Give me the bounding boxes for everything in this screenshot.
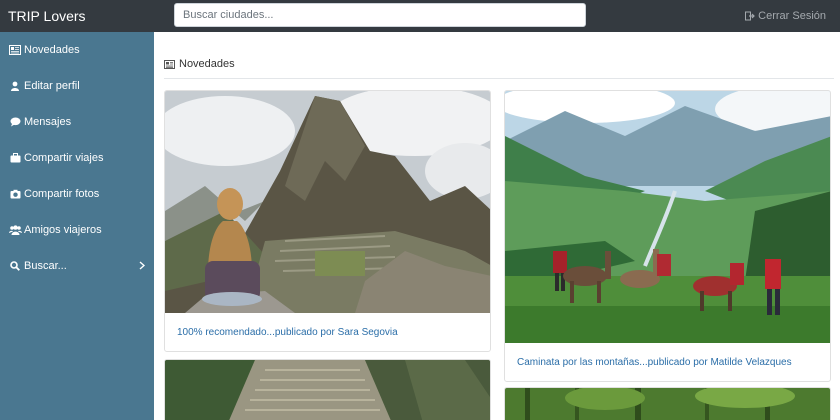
sidebar-item-label: Mensajes bbox=[24, 116, 72, 128]
sidebar-item-amigos-viajeros[interactable]: Amigos viajeros bbox=[0, 212, 154, 248]
post-photo[interactable] bbox=[505, 388, 831, 420]
city-search-input[interactable] bbox=[174, 3, 586, 27]
header-divider bbox=[164, 78, 834, 79]
search-icon bbox=[8, 261, 22, 271]
brand-logo[interactable]: TRIP Lovers bbox=[8, 6, 86, 26]
post-photo[interactable] bbox=[505, 91, 831, 343]
post-caption-link[interactable]: Caminata por las montañas...publicado po… bbox=[517, 357, 792, 368]
sidebar-item-label: Novedades bbox=[24, 44, 80, 56]
user-icon bbox=[8, 81, 22, 91]
main-content: Novedades 100% recomendado...publicado p… bbox=[154, 32, 840, 420]
newspaper-icon bbox=[8, 45, 22, 55]
sidebar-item-mensajes[interactable]: Mensajes bbox=[0, 104, 154, 140]
users-icon bbox=[8, 225, 22, 235]
sidebar-item-novedades[interactable]: Novedades bbox=[0, 32, 154, 68]
post-card[interactable]: Caminata por las montañas...publicado po… bbox=[504, 90, 831, 382]
logout-label: Cerrar Sesión bbox=[758, 10, 826, 22]
sidebar-item-label: Compartir fotos bbox=[24, 188, 100, 200]
sidebar-item-buscar[interactable]: Buscar... bbox=[0, 248, 154, 284]
post-photo[interactable] bbox=[165, 360, 491, 420]
camera-icon bbox=[8, 189, 22, 199]
sidebar-item-label: Buscar... bbox=[24, 260, 67, 272]
post-card[interactable] bbox=[164, 359, 491, 420]
post-caption-link[interactable]: 100% recomendado...publicado por Sara Se… bbox=[177, 327, 398, 338]
sidebar-item-label: Amigos viajeros bbox=[24, 224, 102, 236]
post-photo[interactable] bbox=[165, 91, 491, 313]
sidebar-item-label: Compartir viajes bbox=[24, 152, 104, 164]
section-title: Novedades bbox=[179, 58, 235, 70]
sidebar-item-compartir-viajes[interactable]: Compartir viajes bbox=[0, 140, 154, 176]
post-card[interactable] bbox=[504, 387, 831, 420]
logout-button[interactable]: Cerrar Sesión bbox=[745, 8, 826, 24]
newspaper-icon bbox=[164, 59, 175, 69]
briefcase-icon bbox=[8, 153, 22, 163]
sidebar-item-compartir-fotos[interactable]: Compartir fotos bbox=[0, 176, 154, 212]
sign-out-icon bbox=[745, 11, 755, 21]
sidebar: Novedades Editar perfil Mensajes Compart… bbox=[0, 32, 154, 420]
section-header: Novedades bbox=[164, 58, 235, 70]
chevron-right-icon bbox=[139, 261, 146, 273]
top-navbar: TRIP Lovers Cerrar Sesión bbox=[0, 0, 840, 32]
sidebar-item-label: Editar perfil bbox=[24, 80, 80, 92]
post-card[interactable]: 100% recomendado...publicado por Sara Se… bbox=[164, 90, 491, 352]
sidebar-item-editar-perfil[interactable]: Editar perfil bbox=[0, 68, 154, 104]
comment-icon bbox=[8, 117, 22, 127]
